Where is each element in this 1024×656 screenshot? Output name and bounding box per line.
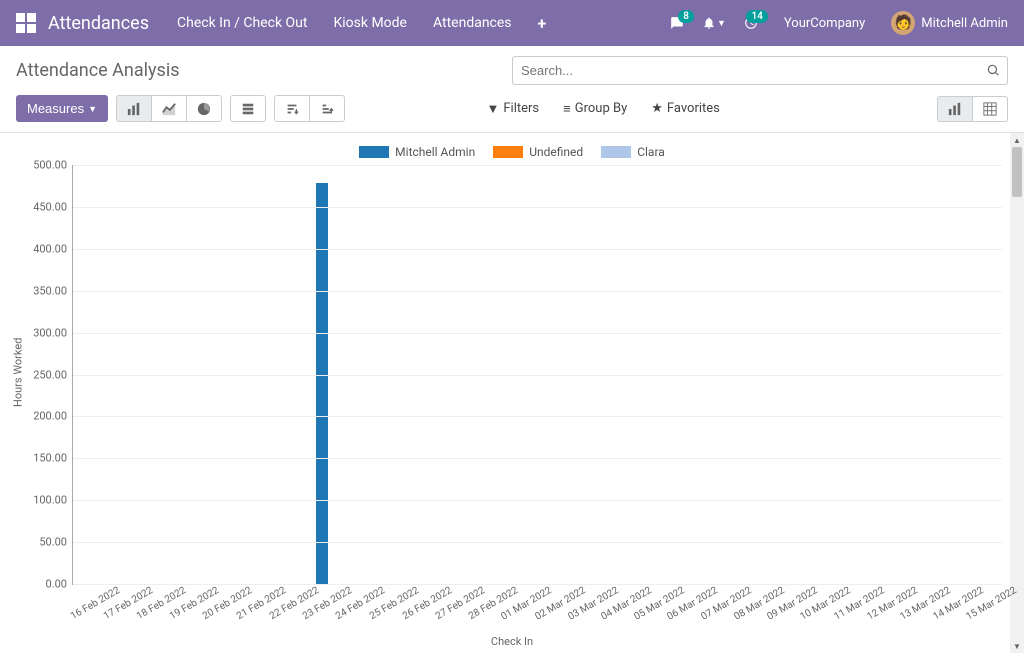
bar[interactable] [316, 183, 328, 584]
nav-link-add[interactable]: + [538, 14, 547, 33]
caret-down-icon: ▼ [88, 104, 97, 114]
groupby-icon: ≡ [563, 101, 571, 117]
username-label: Mitchell Admin [921, 16, 1008, 31]
filters-menu[interactable]: ▼ Filters [477, 96, 550, 122]
stack-group [230, 95, 266, 122]
gridline [73, 291, 1002, 292]
sort-desc-button[interactable] [274, 95, 310, 122]
nav-link-attendances[interactable]: Attendances [433, 15, 512, 31]
legend-item[interactable]: Undefined [493, 145, 583, 159]
measures-label: Measures [27, 101, 84, 116]
gridline [73, 416, 1002, 417]
nav-link-kiosk[interactable]: Kiosk Mode [333, 15, 407, 31]
gridline [73, 542, 1002, 543]
y-tick-label: 50.00 [39, 536, 73, 549]
y-tick-label: 150.00 [33, 452, 73, 465]
view-switcher [937, 96, 1008, 122]
scroll-up-icon[interactable]: ▲ [1010, 133, 1024, 147]
star-icon: ★ [651, 101, 663, 116]
y-axis-label: Hours Worked [12, 337, 25, 406]
graph-view-button[interactable] [937, 96, 973, 122]
activities-icon[interactable]: 14 [744, 16, 758, 30]
filters-label: Filters [503, 101, 539, 116]
sort-group [274, 95, 345, 122]
groupby-label: Group By [575, 101, 628, 116]
legend-label: Mitchell Admin [395, 145, 475, 159]
legend-swatch [601, 146, 631, 158]
gridline [73, 333, 1002, 334]
groupby-menu[interactable]: ≡ Group By [553, 96, 637, 122]
activities-badge: 14 [746, 10, 767, 23]
control-panel: Attendance Analysis Measures ▼ [0, 46, 1024, 122]
gridline [73, 500, 1002, 501]
scrollbar[interactable]: ▲ ▼ [1010, 133, 1024, 653]
chart-legend: Mitchell Admin Undefined Clara [12, 145, 1012, 159]
measures-button[interactable]: Measures ▼ [16, 95, 108, 122]
gridline [73, 458, 1002, 459]
legend-swatch [359, 146, 389, 158]
y-tick-label: 500.00 [33, 159, 73, 172]
gridline [73, 165, 1002, 166]
legend-label: Undefined [529, 145, 583, 159]
search-input[interactable] [512, 56, 1008, 85]
legend-swatch [493, 146, 523, 158]
apps-icon[interactable] [16, 13, 36, 33]
x-axis-ticks: 16 Feb 202217 Feb 202218 Feb 202219 Feb … [72, 585, 1002, 635]
pie-chart-button[interactable] [186, 95, 222, 122]
legend-label: Clara [637, 145, 665, 159]
page-title: Attendance Analysis [16, 60, 512, 81]
y-tick-label: 400.00 [33, 242, 73, 255]
messages-badge: 8 [678, 10, 694, 23]
gridline [73, 207, 1002, 208]
y-tick-label: 450.00 [33, 200, 73, 213]
pivot-view-button[interactable] [972, 96, 1008, 122]
favorites-menu[interactable]: ★ Favorites [641, 96, 730, 122]
company-switcher[interactable]: YourCompany [784, 16, 865, 31]
notifications-icon[interactable]: ▼ [702, 16, 726, 30]
app-brand[interactable]: Attendances [48, 13, 149, 34]
line-chart-button[interactable] [151, 95, 187, 122]
y-tick-label: 0.00 [46, 578, 73, 591]
chart-container: ▲ ▼ Mitchell Admin Undefined Clara Hours W… [0, 133, 1024, 653]
legend-item[interactable]: Clara [601, 145, 665, 159]
y-tick-label: 100.00 [33, 494, 73, 507]
scroll-down-icon[interactable]: ▼ [1010, 639, 1024, 653]
y-tick-label: 200.00 [33, 410, 73, 423]
messages-icon[interactable]: 8 [670, 16, 684, 30]
legend-item[interactable]: Mitchell Admin [359, 145, 475, 159]
y-tick-label: 350.00 [33, 284, 73, 297]
stacked-button[interactable] [230, 95, 266, 122]
chart-type-group [116, 95, 222, 122]
y-tick-label: 250.00 [33, 368, 73, 381]
plot-area: 0.0050.00100.00150.00200.00250.00300.003… [72, 165, 1002, 585]
search-icon[interactable] [986, 63, 1000, 81]
user-menu[interactable]: 🧑 Mitchell Admin [891, 11, 1008, 35]
avatar: 🧑 [891, 11, 915, 35]
bar-chart-button[interactable] [116, 95, 152, 122]
favorites-label: Favorites [667, 101, 720, 116]
sort-asc-button[interactable] [309, 95, 345, 122]
nav-link-checkin[interactable]: Check In / Check Out [177, 15, 307, 31]
scrollbar-thumb[interactable] [1012, 147, 1022, 197]
y-tick-label: 300.00 [33, 326, 73, 339]
gridline [73, 249, 1002, 250]
x-axis-label: Check In [12, 635, 1012, 648]
filter-icon: ▼ [487, 101, 500, 117]
gridline [73, 375, 1002, 376]
main-navbar: Attendances Check In / Check Out Kiosk M… [0, 0, 1024, 46]
